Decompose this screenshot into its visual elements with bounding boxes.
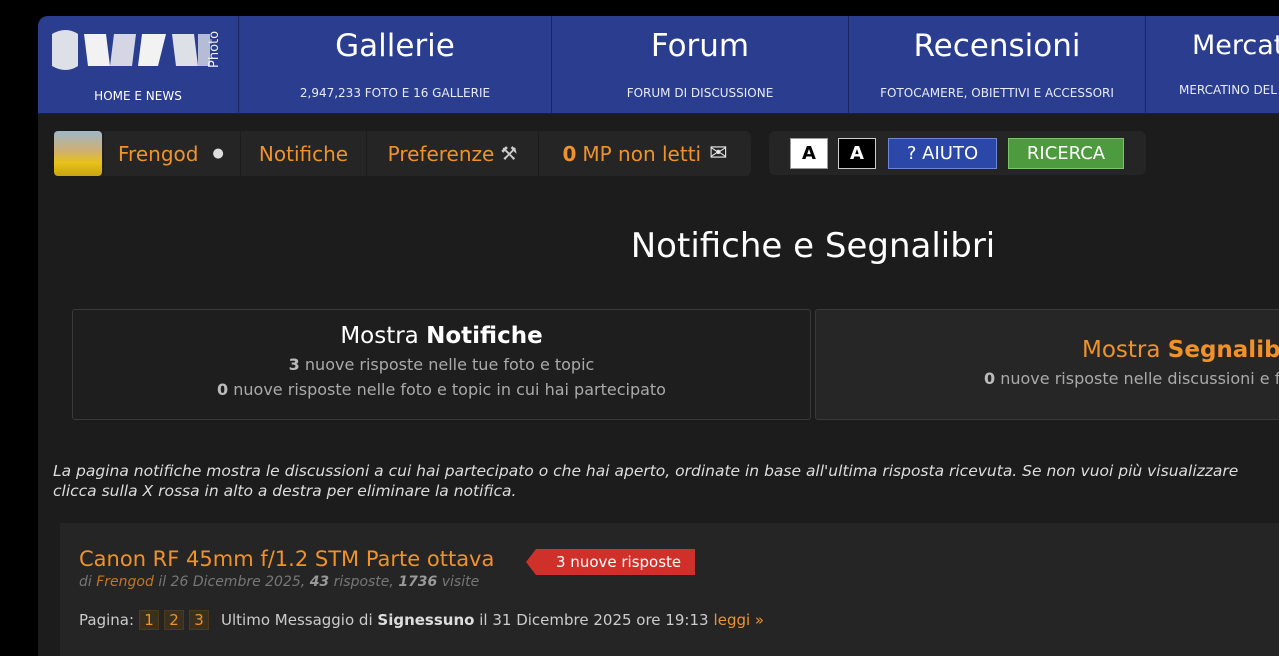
nav-recensioni[interactable]: Recensioni FOTOCAMERE, OBIETTIVI E ACCES…: [849, 16, 1146, 114]
topic-meta: di Frengod il 26 Dicembre 2025, 43 rispo…: [79, 574, 479, 590]
last-message-date: il 31 Dicembre 2025 ore 19:13: [479, 611, 709, 629]
user-profile-link[interactable]: Frengod ●: [104, 131, 241, 176]
last-message-prefix: Ultimo Messaggio di: [221, 611, 373, 629]
show-notifications-panel[interactable]: Mostra Notifiche 3 nuove risposte nelle …: [72, 309, 811, 420]
info-line-1: La pagina notifiche mostra le discussion…: [53, 462, 1239, 480]
pages-label: Pagina:: [79, 611, 135, 629]
user-bar: Frengod ● Notifiche Preferenze ⚒ 0 MP no…: [54, 131, 752, 176]
info-line-2: clicca sulla X rossa in alto a destra pe…: [53, 482, 517, 500]
preferences-link[interactable]: Preferenze ⚒: [367, 131, 539, 176]
home-news-label: HOME E NEWS: [94, 89, 182, 103]
top-navigation: Photo HOME E NEWS Gallerie 2,947,233 FOT…: [38, 16, 1279, 114]
bookmarks-title-bold: Segnalibr: [1167, 337, 1279, 363]
notifications-label: Notifiche: [258, 141, 349, 166]
topic-author-link[interactable]: Frengod: [96, 574, 154, 590]
nav-gallerie-title: Gallerie: [335, 28, 455, 64]
read-link[interactable]: leggi »: [714, 611, 765, 629]
page-link-1[interactable]: 1: [139, 610, 160, 630]
bookmarks-title-prefix: Mostra: [1082, 337, 1161, 363]
meta-date: il 26 Dicembre 2025,: [158, 574, 306, 590]
avatar-image: [54, 131, 102, 176]
notifications-panel-title: Mostra Notifiche: [73, 323, 810, 349]
nav-forum-sub: FORUM DI DISCUSSIONE: [626, 86, 774, 100]
notifications-link[interactable]: Notifiche: [241, 131, 367, 176]
logo-home-link[interactable]: Photo HOME E NEWS: [38, 16, 239, 114]
display-tools: A A ? AIUTO RICERCA: [769, 131, 1146, 175]
dark-theme-button[interactable]: A: [838, 138, 876, 169]
nav-gallerie-sub: 2,947,233 FOTO E 16 GALLERIE: [299, 86, 491, 100]
page-title: Notifiche e Segnalibri: [630, 226, 996, 266]
private-messages-link[interactable]: 0 MP non letti ✉: [539, 131, 752, 176]
own-replies-line: 3 nuove risposte nelle tue foto e topic: [73, 355, 810, 374]
logo-side-text: Photo: [207, 31, 222, 68]
pm-count: 0: [562, 141, 577, 166]
bookmarks-line: 0 nuove risposte nelle discussioni e f: [816, 369, 1279, 388]
bookmarks-text: nuove risposte nelle discussioni e f: [1000, 369, 1279, 388]
show-bookmarks-panel[interactable]: Mostra Segnalibr 0 nuove risposte nelle …: [815, 309, 1279, 420]
tools-icon: ⚒: [500, 142, 518, 165]
visits-label: visite: [441, 574, 480, 590]
topic-pagination: Pagina: 1 2 3 Ultimo Messaggio di Signes…: [79, 610, 764, 630]
help-button[interactable]: ? AIUTO: [888, 138, 997, 169]
nav-forum[interactable]: Forum FORUM DI DISCUSSIONE: [552, 16, 849, 114]
meta-by: di: [79, 574, 92, 590]
username: Frengod: [118, 141, 199, 166]
avatar[interactable]: [54, 131, 104, 176]
mail-icon: ✉: [709, 141, 728, 166]
site-logo-icon: Photo: [52, 30, 222, 70]
panel-title-bold: Notifiche: [426, 323, 543, 349]
participated-replies-line: 0 nuove risposte nelle foto e topic in c…: [73, 380, 810, 399]
nav-mercatino-sub: MERCATINO DEL: [1179, 83, 1277, 97]
bookmarks-panel-title: Mostra Segnalibr: [816, 337, 1279, 363]
participated-replies-text: nuove risposte nelle foto e topic in cui…: [233, 380, 666, 399]
nav-recensioni-sub: FOTOCAMERE, OBIETTIVI E ACCESSORI: [880, 86, 1114, 100]
nav-gallerie[interactable]: Gallerie 2,947,233 FOTO E 16 GALLERIE: [239, 16, 552, 114]
info-text: La pagina notifiche mostra le discussion…: [53, 461, 1279, 501]
topic-card: Canon RF 45mm f/1.2 STM Parte ottava 3 n…: [60, 523, 1279, 656]
last-message: Ultimo Messaggio di Signessuno il 31 Dic…: [221, 611, 709, 629]
page-link-2[interactable]: 2: [164, 610, 185, 630]
search-button[interactable]: RICERCA: [1008, 138, 1124, 169]
info-icon: ●: [212, 146, 224, 161]
nav-recensioni-title: Recensioni: [913, 28, 1081, 64]
replies-count: 43: [309, 574, 330, 590]
nav-forum-title: Forum: [650, 28, 750, 64]
light-theme-button[interactable]: A: [790, 138, 828, 169]
participated-replies-count: 0: [217, 380, 229, 399]
last-message-author: Signessuno: [377, 611, 475, 629]
preferences-label: Preferenze: [387, 141, 495, 166]
nav-mercatino-title: Mercat: [1192, 30, 1279, 61]
bookmarks-count: 0: [984, 369, 996, 388]
page-frame: Photo HOME E NEWS Gallerie 2,947,233 FOT…: [38, 16, 1279, 656]
visits-count: 1736: [398, 574, 438, 590]
own-replies-count: 3: [288, 355, 300, 374]
topic-title-link[interactable]: Canon RF 45mm f/1.2 STM Parte ottava: [79, 547, 494, 571]
own-replies-text: nuove risposte nelle tue foto e topic: [304, 355, 595, 374]
page-link-3[interactable]: 3: [189, 610, 210, 630]
new-replies-badge: 3 nuove risposte: [525, 549, 696, 575]
nav-mercatino[interactable]: Mercat MERCATINO DEL: [1146, 16, 1279, 114]
pm-label: MP non letti: [582, 141, 702, 166]
panel-title-prefix: Mostra: [340, 323, 419, 349]
replies-label: risposte,: [333, 574, 394, 590]
